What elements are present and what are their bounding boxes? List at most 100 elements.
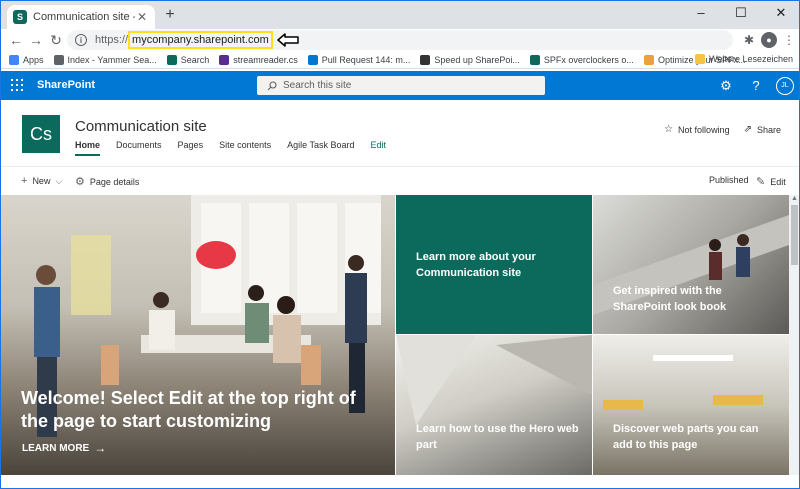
profile-avatar-icon[interactable]: ● bbox=[761, 32, 777, 48]
bookmark-item[interactable]: Pull Request 144: m... bbox=[307, 54, 410, 65]
site-header: Cs Communication site Home Documents Pag… bbox=[1, 100, 799, 167]
bookmarks-bar: Apps Index - Yammer Sea... Search streamrea… bbox=[1, 51, 799, 69]
pencil-icon: ✎ bbox=[756, 176, 766, 188]
tab-strip: S Communication site - Home ✕ + – ☐ ✕ bbox=[1, 1, 799, 29]
bookmark-item[interactable]: SPFx overclockers o... bbox=[529, 54, 634, 65]
devops-icon bbox=[307, 54, 318, 65]
extensions-icon[interactable]: ✱ bbox=[741, 32, 757, 48]
nav-site-contents[interactable]: Site contents bbox=[219, 140, 271, 156]
back-icon[interactable]: ← bbox=[7, 31, 25, 49]
search-icon bbox=[267, 80, 277, 90]
lounge-photo bbox=[603, 355, 763, 410]
other-bookmarks-label: Weitere Lesezeichen bbox=[709, 54, 793, 64]
new-button[interactable]: + New ⌵ bbox=[21, 175, 67, 187]
learn-more-link[interactable]: LEARN MORE → bbox=[22, 441, 106, 455]
new-tab-button[interactable]: + bbox=[161, 6, 179, 24]
bookmark-label: Index - Yammer Sea... bbox=[67, 54, 157, 65]
user-avatar[interactable]: JL bbox=[776, 77, 794, 95]
url-scheme: https:// bbox=[95, 34, 129, 46]
page-details-button[interactable]: ⚙ Page details bbox=[75, 175, 139, 188]
share-label: Share bbox=[756, 124, 781, 135]
hero-tile-communication[interactable]: Learn more about your Communication site bbox=[396, 195, 592, 334]
maximize-button[interactable]: ☐ bbox=[721, 1, 761, 29]
bookmark-item[interactable]: Search bbox=[166, 54, 210, 65]
browser-tab[interactable]: S Communication site - Home ✕ bbox=[7, 5, 155, 29]
site-logo[interactable]: Cs bbox=[22, 115, 60, 153]
office-photo bbox=[34, 195, 381, 437]
learn-more-label: LEARN MORE bbox=[22, 442, 90, 454]
blog-icon bbox=[643, 54, 654, 65]
page-command-bar: + New ⌵ ⚙ Page details Published ✎ Edit bbox=[1, 168, 799, 195]
reload-icon[interactable]: ↻ bbox=[47, 31, 65, 49]
site-navigation: Home Documents Pages Site contents Agile… bbox=[75, 140, 402, 156]
browser-toolbar: ← → ↻ i https:// mycompany.sharepoint.co… bbox=[1, 29, 799, 51]
hero-tile-1-title: Learn more about your Communication site bbox=[416, 251, 536, 279]
bookmark-item[interactable]: Apps bbox=[9, 54, 44, 65]
share-icon: ⇗ bbox=[743, 124, 752, 135]
publish-status-label: Published bbox=[709, 175, 749, 185]
tab-title: Communication site - Home bbox=[33, 11, 135, 23]
folder-icon bbox=[695, 54, 706, 64]
address-bar[interactable]: i https:// mycompany.sharepoint.com bbox=[67, 30, 733, 50]
bookmark-label: Search bbox=[180, 54, 210, 65]
other-bookmarks[interactable]: Weitere Lesezeichen bbox=[695, 54, 793, 64]
new-label: New bbox=[32, 176, 51, 186]
architecture-photo bbox=[396, 335, 592, 425]
page-scrollbar[interactable]: ▲ bbox=[789, 195, 799, 475]
bookmark-label: streamreader.cs bbox=[233, 54, 298, 65]
follow-label: Not following bbox=[678, 124, 730, 135]
menu-kebab-icon[interactable]: ⋮ bbox=[781, 32, 797, 48]
hero-tile-3-title: Learn how to use the Hero web part bbox=[416, 423, 579, 451]
nav-documents[interactable]: Documents bbox=[116, 140, 162, 156]
help-icon[interactable]: ? bbox=[747, 77, 765, 95]
bookmark-item[interactable]: Index - Yammer Sea... bbox=[53, 54, 157, 65]
edit-page-button[interactable]: ✎ Edit bbox=[756, 175, 786, 188]
apps-grid-icon bbox=[9, 54, 19, 65]
publish-status: Published bbox=[709, 175, 749, 185]
page-details-label: Page details bbox=[89, 176, 140, 187]
edit-label: Edit bbox=[770, 176, 786, 187]
bookmark-item[interactable]: streamreader.cs bbox=[219, 54, 298, 65]
forward-icon[interactable]: → bbox=[27, 31, 45, 49]
bookmark-label: Apps bbox=[23, 54, 44, 65]
spfx-icon bbox=[529, 54, 540, 65]
nav-home[interactable]: Home bbox=[75, 140, 101, 156]
header-actions: ☆ Not following ⇗ Share bbox=[650, 124, 781, 135]
plus-icon: + bbox=[21, 175, 28, 187]
search-placeholder: Search this site bbox=[283, 80, 352, 91]
hero-main-tile[interactable]: Welcome! Select Edit at the top right of… bbox=[1, 195, 395, 475]
star-icon: ☆ bbox=[664, 124, 674, 135]
nav-agile-task-board[interactable]: Agile Task Board bbox=[287, 140, 354, 156]
browser-window: S Communication site - Home ✕ + – ☐ ✕ ← … bbox=[0, 0, 800, 489]
share-button[interactable]: ⇗ Share bbox=[744, 124, 781, 135]
bookmark-item[interactable]: Speed up SharePoi... bbox=[420, 54, 520, 65]
app-launcher-icon[interactable] bbox=[11, 79, 23, 91]
site-search-box[interactable]: Search this site bbox=[257, 76, 545, 95]
bookmark-label: Speed up SharePoi... bbox=[434, 54, 520, 65]
gear-icon: ⚙ bbox=[75, 176, 85, 188]
hero-main-title: Welcome! Select Edit at the top right of… bbox=[21, 388, 356, 431]
hero-tile-webpart[interactable]: Learn how to use the Hero web part bbox=[396, 335, 592, 475]
scroll-thumb[interactable] bbox=[791, 205, 798, 265]
page-bottom bbox=[1, 475, 789, 488]
settings-gear-icon[interactable]: ⚙ bbox=[717, 77, 735, 95]
follow-button[interactable]: ☆ Not following bbox=[664, 124, 730, 135]
sharepoint-brand[interactable]: SharePoint bbox=[37, 79, 95, 91]
nav-edit-link[interactable]: Edit bbox=[370, 140, 386, 156]
arrow-right-icon: → bbox=[94, 441, 107, 455]
arrow-left-annotation-icon bbox=[277, 33, 299, 47]
hero-tile-2-title: Get inspired with the SharePoint look bo… bbox=[613, 285, 727, 313]
site-title[interactable]: Communication site bbox=[75, 118, 207, 135]
scroll-up-icon[interactable]: ▲ bbox=[791, 195, 798, 202]
hero-tile-lookbook[interactable]: Get inspired with the SharePoint look bo… bbox=[593, 195, 789, 334]
site-info-icon[interactable]: i bbox=[75, 34, 87, 46]
nav-pages[interactable]: Pages bbox=[178, 140, 204, 156]
minimize-button[interactable]: – bbox=[681, 1, 721, 29]
close-window-button[interactable]: ✕ bbox=[761, 1, 799, 29]
yammer-icon bbox=[53, 54, 64, 65]
bookmark-label: SPFx overclockers o... bbox=[543, 54, 634, 65]
close-tab-icon[interactable]: ✕ bbox=[135, 10, 149, 24]
sharepoint-icon bbox=[166, 54, 177, 65]
hero-tile-4-title: Discover web parts you can add to this p… bbox=[613, 423, 759, 451]
hero-tile-discover[interactable]: Discover web parts you can add to this p… bbox=[593, 335, 789, 475]
